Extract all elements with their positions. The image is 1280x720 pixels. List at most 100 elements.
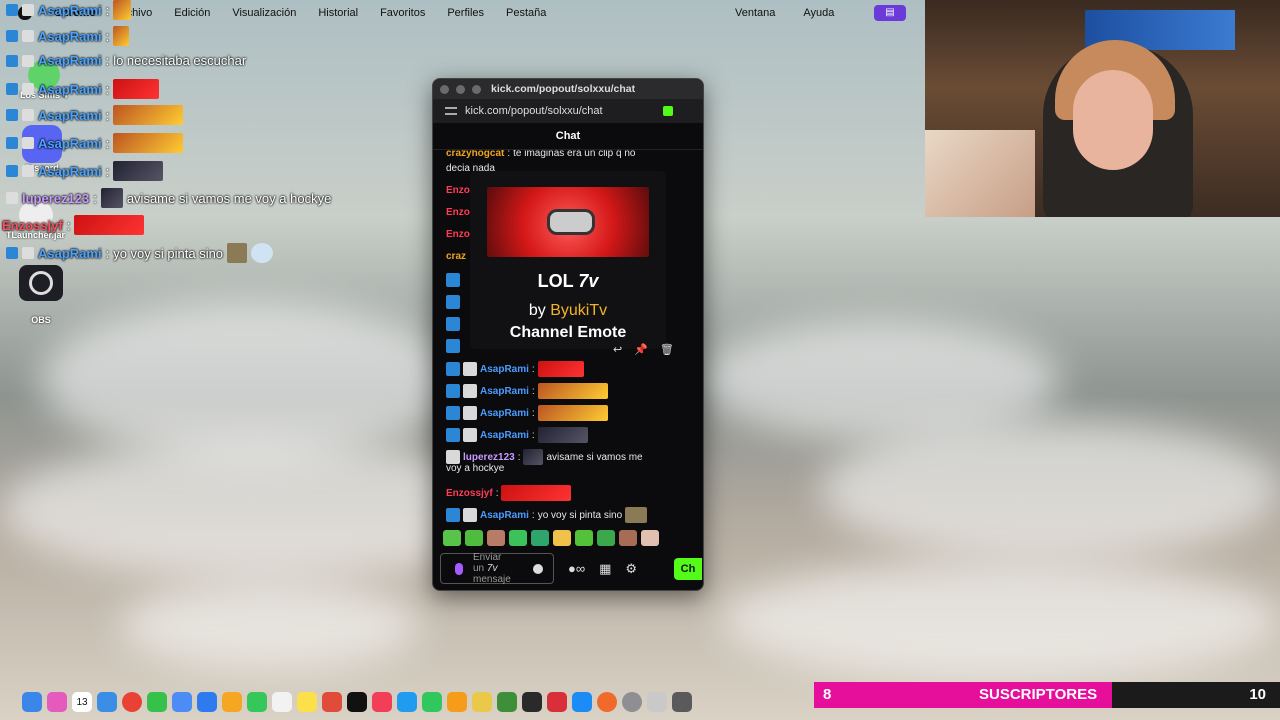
chat-message — [446, 295, 460, 309]
emote-icon[interactable] — [537, 383, 608, 399]
emote-icon[interactable] — [523, 449, 544, 465]
menu-visualizacion[interactable]: Visualización — [232, 7, 296, 19]
chat-messages[interactable]: crazyhogcat: te imaginas era un clip q n… — [433, 150, 703, 527]
emote-icon[interactable] — [443, 530, 461, 546]
system-settings-icon[interactable] — [622, 692, 642, 712]
window-title-bar: kick.com/popout/solxxu/chat — [433, 79, 703, 99]
emote-icon — [113, 161, 164, 181]
messages-icon[interactable] — [147, 692, 167, 712]
menu-ayuda[interactable]: Ayuda — [803, 7, 834, 19]
emote-icon[interactable] — [465, 530, 483, 546]
overlay-line: Enzossjyf: — [2, 215, 145, 235]
gear-icon[interactable]: ⚙ — [625, 561, 637, 577]
launchpad-icon[interactable] — [47, 692, 67, 712]
emote-author: by ByukiTv — [528, 302, 608, 319]
menu-bar: Chrome Archivo Edición Visualización His… — [0, 0, 940, 26]
overlay-line: luperez123: avisame si vamos me voy a ho… — [6, 188, 331, 208]
music-icon[interactable] — [372, 692, 392, 712]
freeform-icon[interactable] — [322, 692, 342, 712]
reply-icon[interactable]: ↩ — [613, 343, 622, 356]
badge-icon — [22, 137, 34, 149]
chat-message: AsapRami: — [446, 427, 588, 443]
menu-edicion[interactable]: Edición — [174, 7, 210, 19]
menu-ventana[interactable]: Ventana — [735, 7, 775, 19]
emote-icon[interactable] — [487, 530, 505, 546]
subscriber-goal-bar: 8 SUSCRIPTORES 10 — [814, 682, 1280, 708]
subscriber-label: SUSCRIPTORES — [979, 686, 1098, 703]
menu-historial[interactable]: Historial — [318, 7, 358, 19]
emote-icon[interactable] — [509, 530, 527, 546]
reminders-icon[interactable] — [272, 692, 292, 712]
badge-icon — [6, 4, 18, 16]
numbers-icon[interactable] — [422, 692, 442, 712]
emote-tooltip: LOL 7v by ByukiTv Channel Emote — [470, 171, 666, 349]
app-icon[interactable] — [597, 692, 617, 712]
chat-input-row: Enviar un 7v mensaje ●∞ ▦ ⚙ Ch — [440, 552, 702, 585]
menu-perfiles[interactable]: Perfiles — [447, 7, 484, 19]
message-input[interactable]: Enviar un 7v mensaje — [440, 552, 554, 585]
app-icon[interactable] — [647, 692, 667, 712]
emote-icon[interactable] — [625, 507, 648, 523]
badge-icon — [6, 192, 18, 204]
microphone-icon[interactable] — [455, 562, 463, 575]
game-icon[interactable] — [472, 692, 492, 712]
emote-icon[interactable] — [553, 530, 571, 546]
facetime-icon[interactable] — [247, 692, 267, 712]
emote-icon[interactable] — [531, 530, 549, 546]
emote-icon — [251, 243, 274, 263]
photos-icon[interactable] — [222, 692, 242, 712]
overlay-line: AsapRami: — [6, 0, 132, 20]
url-text[interactable]: kick.com/popout/solxxu/chat — [465, 105, 603, 117]
emote-icon[interactable] — [575, 530, 593, 546]
emote-icon — [227, 243, 248, 263]
site-settings-icon[interactable] — [445, 107, 457, 115]
chat-message-continuation: voy a hockye — [446, 463, 505, 474]
maps-icon[interactable] — [172, 692, 192, 712]
pin-icon[interactable]: 📌 — [634, 343, 648, 356]
pages-icon[interactable] — [447, 692, 467, 712]
emote-icon[interactable] — [537, 361, 584, 377]
chrome-icon[interactable] — [122, 692, 142, 712]
finder-icon[interactable] — [22, 692, 42, 712]
safari-icon[interactable] — [97, 692, 117, 712]
desktop-icon-obs[interactable]: OBS — [19, 265, 63, 325]
minecraft-icon[interactable] — [497, 692, 517, 712]
store-icon[interactable]: ▦ — [599, 561, 611, 577]
badge-icon — [22, 165, 34, 177]
badge-icon — [22, 109, 34, 121]
input-source-icon[interactable]: ▤ — [874, 5, 906, 21]
channel-points-icon[interactable]: ●∞ — [568, 561, 585, 576]
emote-icon[interactable] — [537, 405, 608, 421]
app-icon[interactable] — [672, 692, 692, 712]
subscriber-goal: 10 — [1249, 686, 1266, 703]
emote-icon[interactable] — [619, 530, 637, 546]
mail-icon[interactable] — [197, 692, 217, 712]
emote-icon[interactable] — [597, 530, 615, 546]
keynote-icon[interactable] — [397, 692, 417, 712]
chat-send-button[interactable]: Ch — [674, 557, 702, 580]
badge-icon — [446, 450, 460, 464]
close-window-button[interactable] — [440, 84, 449, 94]
menu-favoritos[interactable]: Favoritos — [380, 7, 425, 19]
kick-extension-icon[interactable] — [663, 106, 673, 116]
input-placeholder: Enviar un 7v mensaje — [473, 552, 511, 585]
app-store-icon[interactable] — [572, 692, 592, 712]
menu-pestana[interactable]: Pestaña — [506, 7, 546, 19]
tv-icon[interactable] — [347, 692, 367, 712]
emote-icon[interactable] — [641, 530, 659, 546]
badge-icon — [446, 362, 460, 376]
overlay-line: AsapRami: yo voy si pinta sino — [6, 243, 274, 263]
address-bar[interactable]: kick.com/popout/solxxu/chat — [433, 99, 703, 123]
maximize-window-button[interactable] — [472, 84, 481, 94]
app-icon[interactable] — [547, 692, 567, 712]
delete-icon[interactable]: 🗑 — [660, 343, 674, 356]
emote-icon[interactable] — [501, 485, 572, 501]
app-icon[interactable] — [522, 692, 542, 712]
calendar-icon[interactable]: 13 — [72, 692, 92, 712]
emoji-icon[interactable] — [533, 563, 543, 574]
emote-name: LOL 7v — [537, 271, 599, 291]
emote-icon[interactable] — [537, 427, 588, 443]
message-actions: ↩ 📌 🗑 — [613, 343, 674, 356]
minimize-window-button[interactable] — [456, 84, 465, 94]
notes-icon[interactable] — [297, 692, 317, 712]
